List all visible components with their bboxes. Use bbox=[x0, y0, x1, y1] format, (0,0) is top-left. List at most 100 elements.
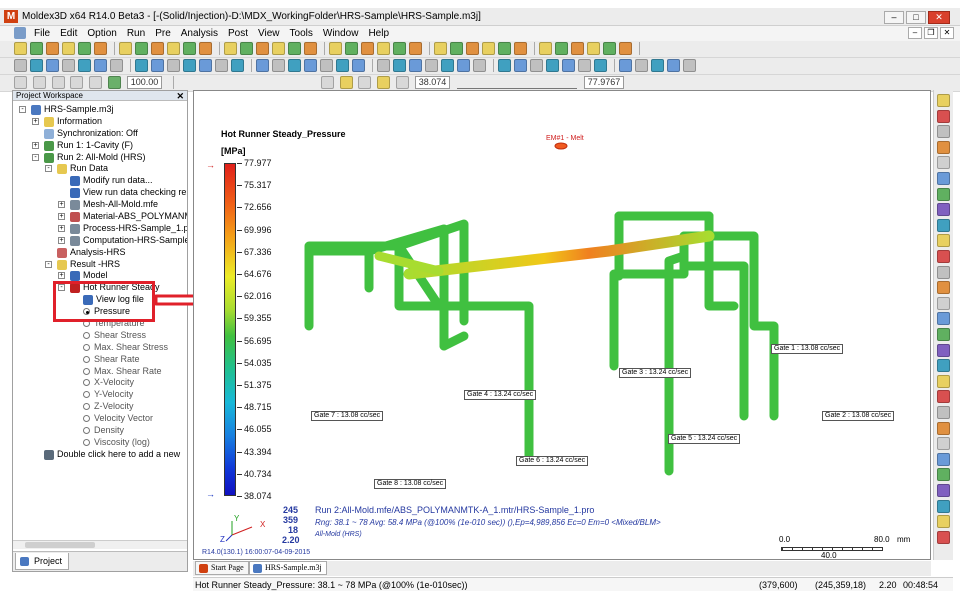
standard-tool-icon[interactable] bbox=[361, 42, 374, 55]
play-icon[interactable] bbox=[14, 76, 27, 89]
tree-node[interactable]: Velocity Vector bbox=[13, 413, 187, 425]
analysis-tool-icon[interactable] bbox=[304, 59, 317, 72]
analysis-tool-icon[interactable] bbox=[215, 59, 228, 72]
analysis-tool-icon[interactable] bbox=[320, 59, 333, 72]
camera-icon[interactable] bbox=[107, 76, 121, 89]
result-radio-button[interactable] bbox=[83, 331, 90, 339]
record-icon[interactable] bbox=[89, 76, 103, 89]
view-tool-icon[interactable] bbox=[937, 250, 950, 263]
workspace-close-icon[interactable]: ✕ bbox=[176, 91, 184, 101]
analysis-tool-icon[interactable] bbox=[336, 59, 349, 72]
analysis-tool-icon[interactable] bbox=[562, 59, 575, 72]
mdi-minimize-button[interactable]: – bbox=[908, 27, 922, 39]
result-viewport[interactable]: Hot Runner Steady_Pressure [MPa] → → 77.… bbox=[193, 90, 931, 560]
tree-node[interactable]: Shear Stress bbox=[13, 330, 187, 342]
result-radio-button[interactable] bbox=[83, 343, 90, 351]
standard-tool-icon[interactable] bbox=[603, 42, 616, 55]
menu-help[interactable]: Help bbox=[363, 26, 394, 41]
percent-field[interactable]: 100.00 bbox=[126, 76, 163, 89]
analysis-tool-icon[interactable] bbox=[288, 59, 301, 72]
view-tool-icon[interactable] bbox=[937, 140, 950, 154]
standard-tool-icon[interactable] bbox=[409, 42, 422, 55]
tree-node[interactable]: + Run 1: 1-Cavity (F) bbox=[13, 140, 187, 152]
standard-tool-icon[interactable] bbox=[393, 42, 406, 55]
menu-edit[interactable]: Edit bbox=[55, 26, 82, 41]
analysis-tool-icon[interactable] bbox=[183, 59, 196, 72]
result-radio-button[interactable] bbox=[83, 391, 90, 399]
standard-tool-icon[interactable] bbox=[151, 42, 164, 55]
range-max-icon[interactable] bbox=[395, 76, 409, 89]
mdi-close-button[interactable]: ✕ bbox=[940, 27, 954, 39]
view-tool-icon[interactable] bbox=[937, 172, 950, 185]
expand-icon[interactable]: + bbox=[58, 236, 65, 244]
standard-tool-icon[interactable] bbox=[482, 42, 495, 55]
view-tool-icon[interactable] bbox=[937, 515, 950, 529]
tree-node[interactable]: - HRS-Sample.m3j bbox=[13, 104, 187, 116]
view-tool-icon[interactable] bbox=[937, 359, 950, 373]
analysis-tool-icon[interactable] bbox=[135, 59, 148, 72]
standard-tool-icon[interactable] bbox=[256, 42, 269, 55]
view-tool-icon[interactable] bbox=[937, 218, 950, 232]
tree-node[interactable]: Analysis-HRS bbox=[13, 247, 187, 259]
view-tool-icon[interactable] bbox=[937, 296, 950, 310]
analysis-tool-icon[interactable] bbox=[594, 59, 607, 72]
range-reset-icon[interactable] bbox=[358, 76, 372, 89]
range-slider[interactable] bbox=[457, 76, 577, 89]
result-radio-button[interactable] bbox=[83, 438, 90, 446]
analysis-tool-icon[interactable] bbox=[498, 59, 511, 72]
view-tool-icon[interactable] bbox=[937, 125, 950, 139]
analysis-tool-icon[interactable] bbox=[377, 59, 390, 72]
standard-tool-icon[interactable] bbox=[272, 42, 285, 55]
standard-tool-icon[interactable] bbox=[434, 42, 447, 55]
analysis-tool-icon[interactable] bbox=[256, 59, 269, 72]
menu-run[interactable]: Run bbox=[122, 26, 150, 41]
tree-node[interactable]: Shear Rate bbox=[13, 354, 187, 366]
standard-tool-icon[interactable] bbox=[135, 42, 148, 55]
view-tool-icon[interactable] bbox=[937, 265, 950, 279]
range-min-icon[interactable] bbox=[377, 76, 391, 89]
range-lock-icon[interactable] bbox=[339, 76, 353, 89]
analysis-tool-icon[interactable] bbox=[578, 59, 591, 72]
hot-runner-model[interactable] bbox=[289, 126, 809, 506]
expand-icon[interactable]: + bbox=[58, 201, 65, 209]
standard-tool-icon[interactable] bbox=[304, 42, 317, 55]
tab-start-page[interactable]: Start Page bbox=[195, 561, 249, 575]
view-tool-icon[interactable] bbox=[937, 281, 950, 295]
analysis-tool-icon[interactable] bbox=[151, 59, 164, 72]
result-radio-button[interactable] bbox=[83, 427, 90, 435]
view-tool-icon[interactable] bbox=[937, 530, 950, 544]
analysis-tool-icon[interactable] bbox=[199, 59, 212, 72]
analysis-tool-icon[interactable] bbox=[667, 59, 680, 72]
analysis-tool-icon[interactable] bbox=[409, 59, 422, 72]
view-tool-icon[interactable] bbox=[937, 374, 950, 388]
standard-tool-icon[interactable] bbox=[14, 42, 27, 55]
tree-node[interactable]: Viscosity (log) bbox=[13, 437, 187, 449]
menu-analysis[interactable]: Analysis bbox=[176, 26, 223, 41]
view-tool-icon[interactable] bbox=[937, 406, 950, 419]
standard-tool-icon[interactable] bbox=[240, 42, 253, 55]
step-back-icon[interactable] bbox=[51, 76, 65, 89]
result-radio-button[interactable] bbox=[83, 355, 90, 363]
expand-icon[interactable]: + bbox=[32, 141, 39, 149]
standard-tool-icon[interactable] bbox=[199, 42, 212, 55]
view-tool-icon[interactable] bbox=[937, 343, 950, 357]
standard-tool-icon[interactable] bbox=[62, 42, 75, 55]
view-tool-icon[interactable] bbox=[937, 468, 950, 482]
analysis-tool-icon[interactable] bbox=[30, 59, 43, 72]
view-tool-icon[interactable] bbox=[937, 234, 950, 248]
standard-tool-icon[interactable] bbox=[466, 42, 479, 55]
standard-tool-icon[interactable] bbox=[514, 42, 527, 55]
analysis-tool-icon[interactable] bbox=[619, 59, 632, 72]
analysis-tool-icon[interactable] bbox=[46, 59, 59, 72]
analysis-tool-icon[interactable] bbox=[14, 59, 27, 72]
tree-node[interactable]: Double click here to add a new bbox=[13, 449, 187, 461]
menu-window[interactable]: Window bbox=[318, 26, 364, 41]
standard-tool-icon[interactable] bbox=[587, 42, 600, 55]
analysis-tool-icon[interactable] bbox=[425, 59, 438, 72]
standard-tool-icon[interactable] bbox=[571, 42, 584, 55]
tree-node[interactable]: View run data checking rep bbox=[13, 187, 187, 199]
tree-node[interactable]: Z-Velocity bbox=[13, 401, 187, 413]
standard-tool-icon[interactable] bbox=[619, 42, 632, 55]
collapse-icon[interactable]: - bbox=[45, 165, 52, 173]
analysis-tool-icon[interactable] bbox=[457, 59, 470, 72]
